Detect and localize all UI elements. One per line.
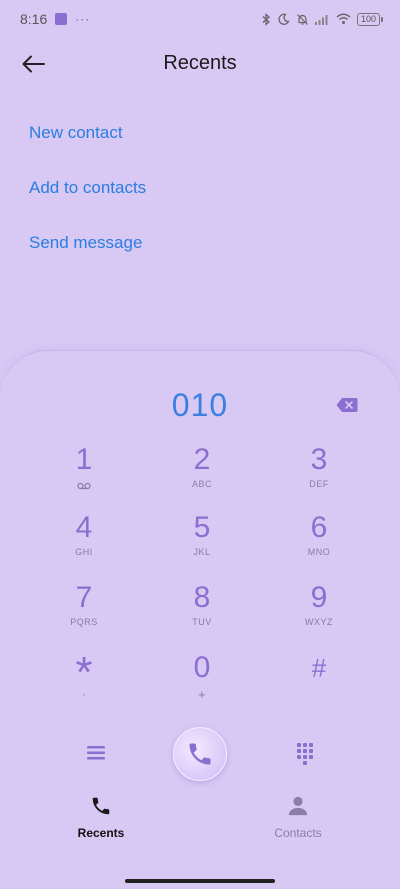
backspace-icon[interactable]	[336, 397, 358, 413]
key-digit: 4	[75, 511, 93, 544]
page-title: Recents	[163, 52, 237, 74]
key-2[interactable]: 2 ABC	[147, 443, 257, 507]
key-letters: +	[197, 687, 207, 702]
action-list: New contact Add to contacts Send message	[29, 110, 146, 275]
key-digit: 3	[310, 443, 328, 476]
bottom-nav: Recents Contacts	[0, 795, 400, 845]
mute-bell-icon	[297, 13, 308, 25]
status-bar: 8:16 ··· 100	[0, 0, 400, 38]
tab-recents-label: Recents	[77, 826, 125, 840]
notification-icon	[55, 13, 68, 25]
key-digit: 8	[193, 581, 211, 614]
key-letters: TUV	[192, 617, 212, 627]
bluetooth-icon	[262, 12, 270, 26]
send-message-link[interactable]: Send message	[29, 220, 146, 275]
key-digit: 6	[310, 511, 328, 544]
wifi-icon	[336, 13, 351, 24]
key-letters: GHI	[75, 547, 93, 557]
menu-icon[interactable]	[82, 741, 110, 765]
person-icon	[288, 796, 308, 816]
call-button[interactable]	[173, 727, 227, 781]
tab-recents[interactable]: Recents	[41, 795, 161, 840]
status-time: 8:16	[20, 11, 48, 27]
dialpad-toggle-icon[interactable]	[294, 740, 316, 766]
tab-contacts-label: Contacts	[274, 826, 322, 840]
key-5[interactable]: 5 JKL	[147, 511, 257, 575]
key-3[interactable]: 3 DEF	[264, 443, 374, 507]
battery-icon: 100	[356, 12, 384, 26]
more-notifications-indicator: ···	[75, 12, 91, 26]
key-6[interactable]: 6 MNO	[264, 511, 374, 575]
key-7[interactable]: 7 PQRS	[29, 581, 139, 645]
key-digit: 5	[193, 511, 211, 544]
key-letters: JKL	[193, 547, 211, 557]
key-letters: ABC	[191, 479, 212, 489]
key-digit: 9	[310, 581, 328, 614]
key-letters: PQRS	[70, 617, 98, 627]
add-to-contacts-link[interactable]: Add to contacts	[29, 165, 146, 220]
phone-icon	[189, 743, 211, 765]
key-letters: ,	[82, 687, 86, 697]
key-digit: 2	[193, 443, 211, 476]
key-letters: DEF	[309, 479, 329, 489]
key-digit: 0	[193, 651, 211, 684]
home-indicator	[125, 879, 275, 883]
key-4[interactable]: 4 GHI	[29, 511, 139, 575]
signal-icon	[314, 15, 328, 25]
new-contact-link[interactable]: New contact	[29, 110, 146, 165]
voicemail-icon	[77, 482, 91, 490]
tab-contacts[interactable]: Contacts	[238, 795, 358, 840]
phone-icon	[92, 797, 110, 815]
key-letters: WXYZ	[305, 617, 333, 627]
key-1[interactable]: 1	[29, 443, 139, 507]
key-digit: 1	[75, 443, 93, 476]
key-hash[interactable]: #	[264, 651, 374, 715]
key-0[interactable]: 0 +	[147, 651, 257, 715]
app-header: Recents	[0, 40, 400, 88]
key-9[interactable]: 9 WXYZ	[264, 581, 374, 645]
dialpad-actions	[0, 724, 400, 782]
key-8[interactable]: 8 TUV	[147, 581, 257, 645]
do-not-disturb-icon	[278, 13, 290, 25]
key-digit: 7	[75, 581, 93, 614]
key-digit: #	[311, 653, 327, 683]
key-letters: MNO	[307, 547, 331, 557]
key-star[interactable]: * ,	[29, 651, 139, 715]
